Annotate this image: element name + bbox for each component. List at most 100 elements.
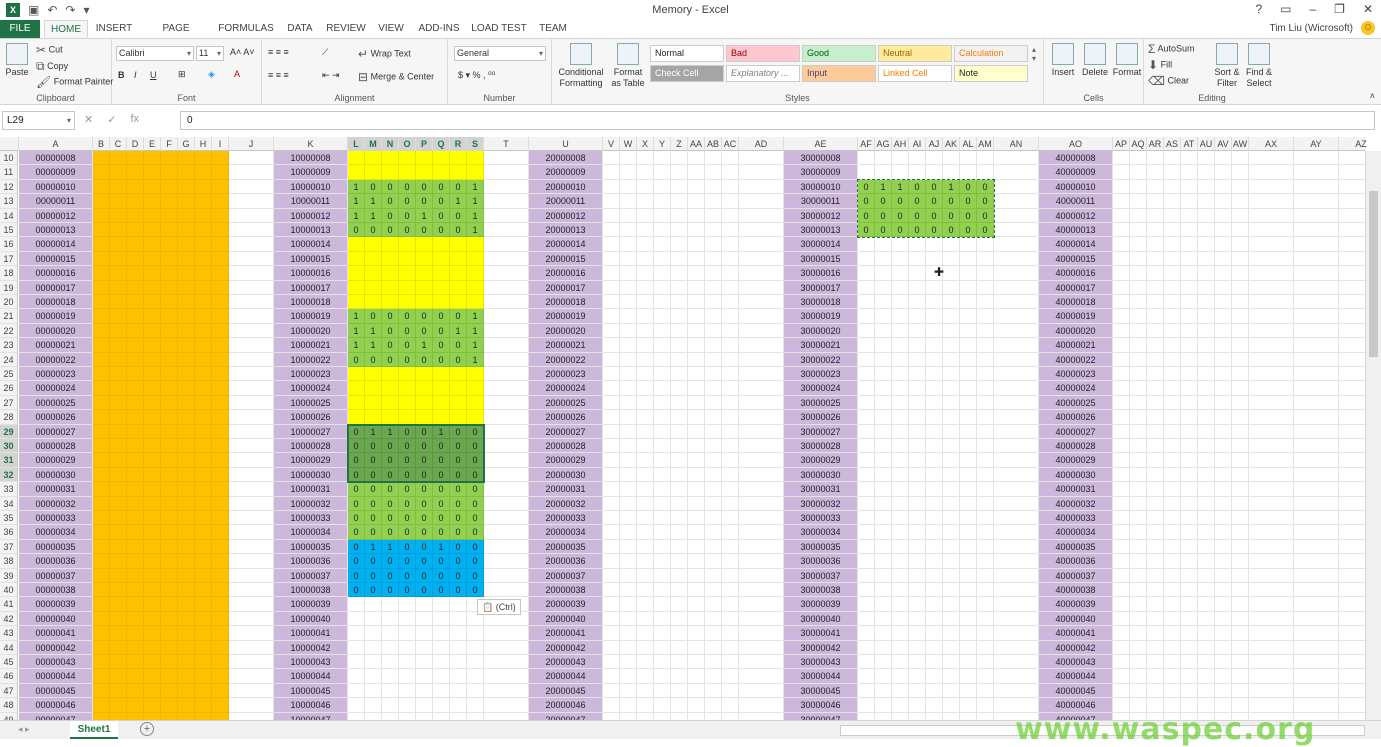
memory-cell[interactable] xyxy=(195,669,212,684)
empty-cell[interactable] xyxy=(705,453,722,468)
empty-cell[interactable] xyxy=(1181,683,1198,699)
bit-cell[interactable] xyxy=(858,597,875,612)
empty-cell[interactable] xyxy=(705,194,722,209)
cancel-icon[interactable]: ✕ xyxy=(84,113,93,126)
bit-cell[interactable]: 0 xyxy=(399,352,416,367)
bit-cell[interactable]: 1 xyxy=(365,539,382,555)
empty-cell[interactable] xyxy=(1113,280,1130,295)
empty-cell[interactable] xyxy=(722,525,739,540)
bit-cell[interactable] xyxy=(416,597,433,612)
bit-cell[interactable]: 0 xyxy=(382,525,399,540)
empty-cell[interactable] xyxy=(688,237,705,252)
empty-cell[interactable] xyxy=(1164,237,1181,252)
column-header-ai[interactable]: AI xyxy=(909,137,926,151)
bit-cell[interactable]: 0 xyxy=(382,309,399,324)
bit-cell[interactable] xyxy=(943,280,960,295)
bit-cell[interactable]: 0 xyxy=(450,482,467,497)
empty-cell[interactable] xyxy=(484,338,529,353)
empty-cell[interactable] xyxy=(722,640,739,655)
bit-cell[interactable] xyxy=(960,669,977,684)
address-cell-k[interactable]: 10000028 xyxy=(274,439,348,454)
bit-cell[interactable] xyxy=(943,655,960,670)
empty-cell[interactable] xyxy=(603,295,620,310)
bit-cell[interactable] xyxy=(450,698,467,713)
bit-cell[interactable] xyxy=(433,381,450,396)
empty-cell[interactable] xyxy=(671,223,688,238)
memory-cell[interactable] xyxy=(93,410,110,425)
empty-cell[interactable] xyxy=(1164,482,1181,497)
bit-cell[interactable] xyxy=(892,583,909,598)
address-cell-a[interactable]: 00000040 xyxy=(19,611,93,627)
bit-cell[interactable] xyxy=(858,338,875,353)
column-header-f[interactable]: F xyxy=(161,137,178,151)
empty-cell[interactable] xyxy=(1198,611,1215,627)
empty-cell[interactable] xyxy=(484,424,529,439)
bit-cell[interactable] xyxy=(433,626,450,641)
address-cell-k[interactable]: 10000021 xyxy=(274,338,348,353)
address-cell-a[interactable]: 00000031 xyxy=(19,482,93,497)
empty-cell[interactable] xyxy=(654,381,671,396)
empty-cell[interactable] xyxy=(637,539,654,555)
address-cell-ae[interactable]: 30000043 xyxy=(784,655,858,670)
memory-cell[interactable] xyxy=(110,698,127,713)
empty-cell[interactable] xyxy=(637,453,654,468)
bit-cell[interactable] xyxy=(348,395,365,411)
memory-cell[interactable] xyxy=(161,367,178,382)
empty-cell[interactable] xyxy=(1215,194,1232,209)
empty-cell[interactable] xyxy=(1294,309,1339,324)
bit-cell[interactable] xyxy=(943,151,960,166)
empty-cell[interactable] xyxy=(1232,395,1249,411)
bit-cell[interactable] xyxy=(977,280,994,295)
bit-cell[interactable]: 0 xyxy=(399,439,416,454)
bit-cell[interactable] xyxy=(365,626,382,641)
bit-cell[interactable] xyxy=(943,237,960,252)
empty-cell[interactable] xyxy=(722,395,739,411)
empty-cell[interactable] xyxy=(1198,165,1215,180)
empty-cell[interactable] xyxy=(1130,338,1147,353)
row-header[interactable]: 11 xyxy=(0,165,18,180)
empty-cell[interactable] xyxy=(688,179,705,195)
memory-cell[interactable] xyxy=(195,338,212,353)
bit-cell[interactable]: 0 xyxy=(926,179,943,195)
bit-cell[interactable] xyxy=(977,453,994,468)
empty-cell[interactable] xyxy=(1249,352,1294,367)
empty-cell[interactable] xyxy=(654,439,671,454)
memory-cell[interactable] xyxy=(110,482,127,497)
empty-cell[interactable] xyxy=(603,395,620,411)
empty-cell[interactable] xyxy=(1130,597,1147,612)
empty-cell[interactable] xyxy=(705,179,722,195)
bit-cell[interactable] xyxy=(875,381,892,396)
empty-cell[interactable] xyxy=(1232,410,1249,425)
memory-cell[interactable] xyxy=(144,467,161,483)
empty-cell[interactable] xyxy=(654,597,671,612)
bit-cell[interactable] xyxy=(943,323,960,339)
memory-cell[interactable] xyxy=(212,511,229,526)
address-cell-k[interactable]: 10000019 xyxy=(274,309,348,324)
empty-cell[interactable] xyxy=(1147,453,1164,468)
empty-cell[interactable] xyxy=(671,367,688,382)
empty-cell[interactable] xyxy=(994,698,1039,713)
empty-cell[interactable] xyxy=(620,194,637,209)
bit-cell[interactable] xyxy=(416,381,433,396)
bit-cell[interactable] xyxy=(943,424,960,439)
memory-cell[interactable] xyxy=(110,410,127,425)
empty-cell[interactable] xyxy=(603,439,620,454)
empty-cell[interactable] xyxy=(994,165,1039,180)
memory-cell[interactable] xyxy=(161,395,178,411)
address-cell-ae[interactable]: 30000017 xyxy=(784,280,858,295)
address-cell-u[interactable]: 20000030 xyxy=(529,467,603,483)
empty-cell[interactable] xyxy=(671,554,688,569)
row-header[interactable]: 49 xyxy=(0,712,18,720)
bit-cell[interactable]: 0 xyxy=(365,554,382,569)
empty-cell[interactable] xyxy=(1181,295,1198,310)
memory-cell[interactable] xyxy=(178,496,195,511)
align-left-icons[interactable]: ≡ ≡ ≡ xyxy=(268,70,289,80)
address-cell-ae[interactable]: 30000015 xyxy=(784,251,858,267)
empty-cell[interactable] xyxy=(1181,482,1198,497)
bit-cell[interactable]: 0 xyxy=(467,583,484,598)
memory-cell[interactable] xyxy=(110,683,127,699)
bit-cell[interactable] xyxy=(399,237,416,252)
empty-cell[interactable] xyxy=(1294,367,1339,382)
empty-cell[interactable] xyxy=(1339,410,1365,425)
bit-cell[interactable] xyxy=(467,683,484,699)
